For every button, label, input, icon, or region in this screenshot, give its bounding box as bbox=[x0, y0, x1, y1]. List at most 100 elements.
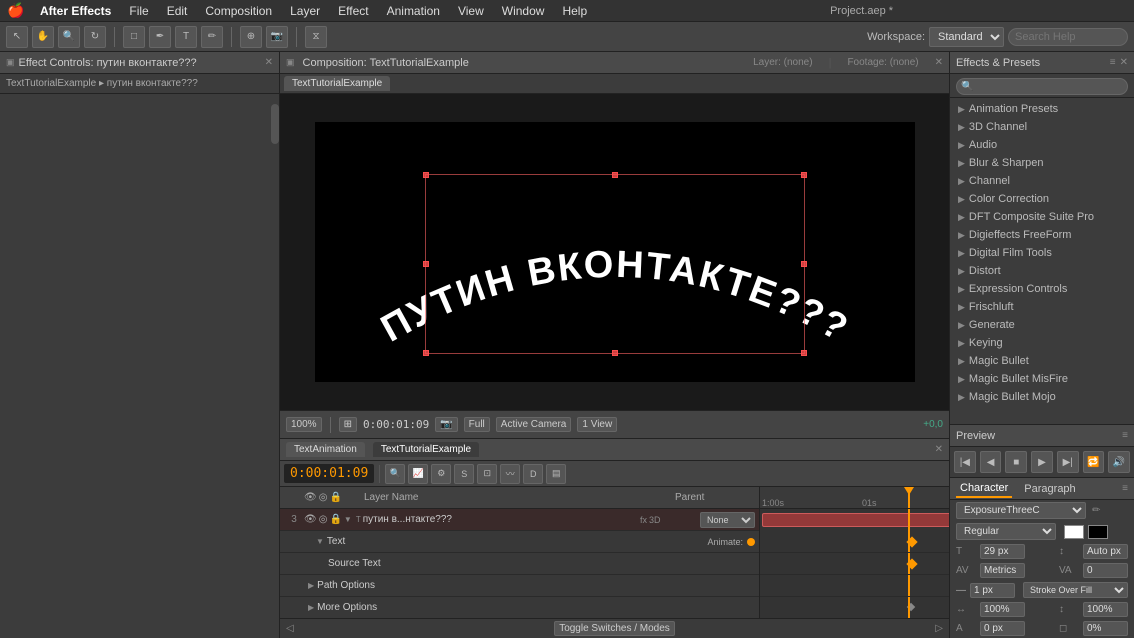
toolbar-camera-tool[interactable]: 📷 bbox=[266, 26, 288, 48]
more-collapse[interactable]: ▶ bbox=[308, 603, 314, 612]
tl-btn-draft[interactable]: D bbox=[523, 464, 543, 484]
char-menu-btn[interactable]: ≡ bbox=[1122, 483, 1128, 494]
char-baseline-input[interactable] bbox=[980, 621, 1025, 636]
char-fill-swatch[interactable] bbox=[1064, 525, 1084, 539]
effect-blur-sharpen[interactable]: ▶ Blur & Sharpen bbox=[950, 154, 1134, 172]
timeline-close-btn[interactable]: ✕ bbox=[935, 444, 943, 455]
preview-prev-btn[interactable]: ◀ bbox=[980, 451, 1002, 473]
effect-digital-film[interactable]: ▶ Digital Film Tools bbox=[950, 244, 1134, 262]
layer-row-3[interactable]: 3 👁 ◎ 🔒 ▼ T путин в...нтакте??? fx bbox=[280, 509, 759, 531]
toolbar-text-tool[interactable]: T bbox=[175, 26, 197, 48]
apple-menu[interactable]: 🍎 bbox=[8, 3, 24, 19]
timeline-tab-textanimation[interactable]: TextAnimation bbox=[286, 442, 365, 457]
toolbar-hand-tool[interactable]: ✋ bbox=[32, 26, 54, 48]
char-extra-input[interactable] bbox=[1083, 621, 1128, 636]
char-leading-input[interactable] bbox=[1083, 544, 1128, 559]
text-collapse-arrow[interactable]: ▼ bbox=[316, 537, 324, 546]
toolbar-shape-tool[interactable]: □ bbox=[123, 26, 145, 48]
toolbar-paint-tool[interactable]: ✏ bbox=[201, 26, 223, 48]
effect-frischluft[interactable]: ▶ Frischluft bbox=[950, 298, 1134, 316]
menu-view[interactable]: View bbox=[450, 2, 492, 20]
menu-window[interactable]: Window bbox=[494, 2, 553, 20]
toggle-switches-btn[interactable]: Toggle Switches / Modes bbox=[554, 621, 675, 636]
menu-help[interactable]: Help bbox=[554, 2, 595, 20]
char-style-select[interactable]: Regular bbox=[956, 523, 1056, 540]
effect-magic-bullet[interactable]: ▶ Magic Bullet bbox=[950, 352, 1134, 370]
effect-magic-bullet-mojo[interactable]: ▶ Magic Bullet Mojo bbox=[950, 388, 1134, 406]
char-stroke-swatch[interactable] bbox=[1088, 525, 1108, 539]
tl-btn-frame[interactable]: ▤ bbox=[546, 464, 566, 484]
menu-composition[interactable]: Composition bbox=[197, 2, 280, 20]
grid-btn[interactable]: ⊞ bbox=[339, 417, 357, 432]
char-vscale-input[interactable] bbox=[1083, 602, 1128, 617]
layer-collapse-3[interactable]: ▼ bbox=[344, 515, 352, 524]
layer-parent-select-3[interactable]: None bbox=[700, 512, 755, 528]
effect-digieffects[interactable]: ▶ Digieffects FreeForm bbox=[950, 226, 1134, 244]
animate-dot[interactable] bbox=[747, 538, 755, 546]
tl-btn-solo[interactable]: S bbox=[454, 464, 474, 484]
layer3-bar[interactable] bbox=[762, 513, 949, 527]
effect-keying[interactable]: ▶ Keying bbox=[950, 334, 1134, 352]
search-help-input[interactable] bbox=[1008, 28, 1128, 46]
preview-audio-btn[interactable]: 🔊 bbox=[1108, 451, 1130, 473]
preview-play-btn[interactable]: ▶ bbox=[1031, 451, 1053, 473]
menu-after-effects[interactable]: After Effects bbox=[32, 2, 119, 20]
timeline-bottom-scroll-left[interactable]: ◁ bbox=[286, 623, 294, 634]
menu-edit[interactable]: Edit bbox=[159, 2, 196, 20]
toolbar-anchor-tool[interactable]: ⊕ bbox=[240, 26, 262, 48]
char-hscale-input[interactable] bbox=[980, 602, 1025, 617]
layer-eye-3[interactable]: 👁 bbox=[304, 514, 317, 525]
menu-file[interactable]: File bbox=[121, 2, 156, 20]
char-size-input[interactable] bbox=[980, 544, 1025, 559]
effect-audio[interactable]: ▶ Audio bbox=[950, 136, 1134, 154]
toolbar-zoom-tool[interactable]: 🔍 bbox=[58, 26, 80, 48]
toolbar-pen-tool[interactable]: ✒ bbox=[149, 26, 171, 48]
comp-close-btn[interactable]: ✕ bbox=[935, 57, 943, 68]
panel-close-btn[interactable]: ✕ bbox=[265, 57, 273, 68]
path-collapse[interactable]: ▶ bbox=[308, 581, 314, 590]
paragraph-tab[interactable]: Paragraph bbox=[1020, 481, 1079, 497]
preview-next-btn[interactable]: ▶| bbox=[1057, 451, 1079, 473]
effect-dft[interactable]: ▶ DFT Composite Suite Pro bbox=[950, 208, 1134, 226]
effect-expression[interactable]: ▶ Expression Controls bbox=[950, 280, 1134, 298]
tl-btn-snap[interactable]: ⊡ bbox=[477, 464, 497, 484]
preview-first-btn[interactable]: |◀ bbox=[954, 451, 976, 473]
effect-3d-channel[interactable]: ▶ 3D Channel bbox=[950, 118, 1134, 136]
playhead[interactable] bbox=[908, 487, 910, 508]
preview-loop-btn[interactable]: 🔁 bbox=[1083, 451, 1105, 473]
char-kern-input[interactable] bbox=[980, 563, 1025, 578]
tl-btn-motion[interactable]: 〰 bbox=[500, 464, 520, 484]
effect-generate[interactable]: ▶ Generate bbox=[950, 316, 1134, 334]
timeline-bottom-scroll-right[interactable]: ▷ bbox=[935, 623, 943, 634]
effect-distort[interactable]: ▶ Distort bbox=[950, 262, 1134, 280]
char-tracking-input[interactable] bbox=[1083, 563, 1128, 578]
workspace-select[interactable]: Standard bbox=[929, 27, 1004, 47]
char-font-select[interactable]: ExposureThreeC bbox=[956, 502, 1086, 519]
tl-btn-mode[interactable]: ⚙ bbox=[431, 464, 451, 484]
layer-lock-3[interactable]: 🔒 bbox=[329, 514, 341, 525]
effect-magic-bullet-misfire[interactable]: ▶ Magic Bullet MisFire bbox=[950, 370, 1134, 388]
zoom-btn[interactable]: 100% bbox=[286, 417, 322, 432]
resolution-btn[interactable]: Full bbox=[464, 417, 490, 432]
menu-effect[interactable]: Effect bbox=[330, 2, 376, 20]
effect-color-correction[interactable]: ▶ Color Correction bbox=[950, 190, 1134, 208]
effects-search-input[interactable] bbox=[956, 78, 1128, 95]
camera-btn[interactable]: 📷 bbox=[435, 417, 457, 432]
active-camera-btn[interactable]: Active Camera bbox=[496, 417, 572, 432]
timeline-tab-texttutorial[interactable]: TextTutorialExample bbox=[373, 442, 479, 457]
effects-menu-btn[interactable]: ≡ bbox=[1110, 57, 1116, 68]
view-count-btn[interactable]: 1 View bbox=[577, 417, 617, 432]
char-stroke-type-select[interactable]: Stroke Over Fill bbox=[1023, 582, 1128, 598]
tl-btn-search[interactable]: 🔍 bbox=[385, 464, 405, 484]
character-tab[interactable]: Character bbox=[956, 480, 1012, 498]
left-panel-scrollbar[interactable] bbox=[271, 104, 279, 144]
preview-stop-btn[interactable]: ■ bbox=[1005, 451, 1027, 473]
menu-layer[interactable]: Layer bbox=[282, 2, 328, 20]
toolbar-select-tool[interactable]: ↖ bbox=[6, 26, 28, 48]
timeline-timecode[interactable]: 0:00:01:09 bbox=[284, 464, 374, 483]
effects-close-btn[interactable]: ✕ bbox=[1120, 57, 1128, 68]
tl-btn-graph[interactable]: 📈 bbox=[408, 464, 428, 484]
layer-solo-3[interactable]: ◎ bbox=[319, 514, 328, 525]
menu-animation[interactable]: Animation bbox=[379, 2, 448, 20]
toolbar-rotate-tool[interactable]: ↻ bbox=[84, 26, 106, 48]
